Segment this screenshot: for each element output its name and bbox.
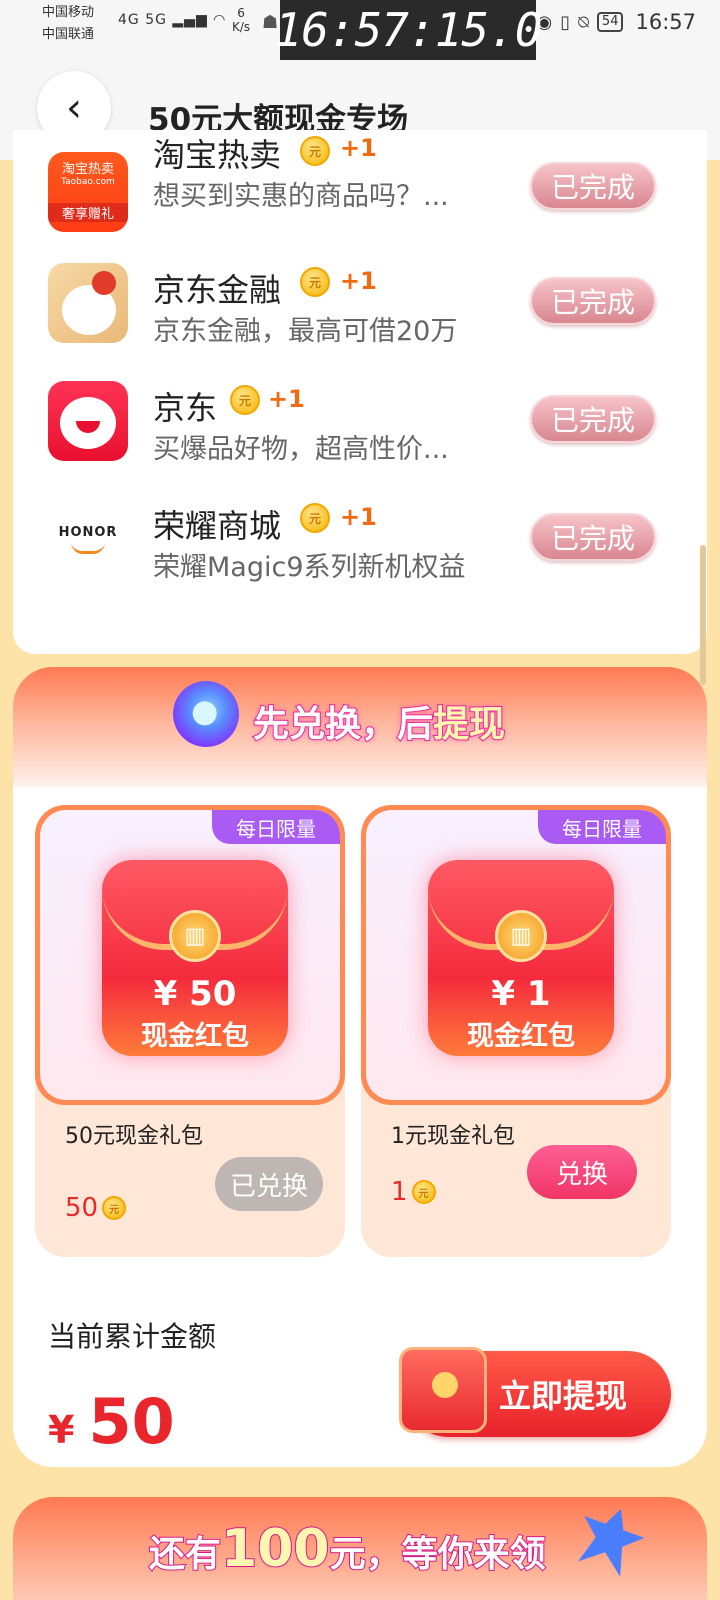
red-packet-image: ▥ ¥ 1 现金红包	[428, 860, 614, 1056]
taobao-icon: 淘宝热卖 Taobao.com 奢享赠礼	[48, 152, 128, 232]
task-name: 荣耀商城	[153, 507, 282, 545]
task-row[interactable]: HONOR 荣耀商城 元 +1 荣耀Magic9系列新机权益 已完成	[13, 499, 707, 599]
carrier-1: 中国移动	[42, 5, 95, 20]
exchanged-button[interactable]: 已兑换	[215, 1157, 323, 1211]
red-packet-icon	[399, 1347, 487, 1433]
total-amount: ¥ 50	[48, 1385, 175, 1458]
prize-card[interactable]: 每日限量 ▥ ¥ 50 现金红包 50元现金礼包 50 元 已兑换	[35, 805, 345, 1257]
carrier-2: 中国联通	[42, 27, 95, 42]
packet-label: 现金红包	[467, 1021, 575, 1052]
red-packet-image: ▥ ¥ 50 现金红包	[102, 860, 288, 1056]
coin-icon: 元	[300, 503, 330, 533]
jd-finance-icon	[48, 263, 128, 343]
coin-icon: 元	[102, 1196, 127, 1220]
coin-icon: 元	[230, 385, 260, 415]
limit-badge: 每日限量	[538, 810, 666, 844]
coin-icon: 元	[411, 1180, 436, 1204]
book-icon: ▥	[169, 910, 221, 962]
task-name: 京东	[153, 389, 218, 427]
exchange-button[interactable]: 兑换	[527, 1145, 637, 1199]
limit-badge: 每日限量	[212, 810, 340, 844]
packet-amount: ¥ 50	[153, 974, 237, 1014]
prize-price: 50 元	[65, 1193, 127, 1223]
exchange-section: 先兑换，后提现 每日限量 ▥ ¥ 50 现金红包 50元现金礼包 50 元 已兑…	[13, 667, 707, 1467]
prize-name: 50元现金礼包	[65, 1124, 203, 1149]
task-row[interactable]: 京东金融 元 +1 京东金融，最高可借20万 已完成	[13, 263, 707, 363]
prize-price: 1 元	[391, 1177, 436, 1207]
mute-icon: ⍉	[578, 11, 589, 33]
book-icon: ▥	[495, 910, 547, 962]
more-rewards-banner: 还有100元，等你来领	[13, 1497, 707, 1600]
chevron-left-icon: ‹	[66, 85, 82, 131]
task-desc: 买爆品好物，超高性价...	[153, 434, 449, 465]
task-list: 淘宝热卖 Taobao.com 奢享赠礼 淘宝热卖 元 +1 想买到实惠的商品吗…	[13, 130, 707, 654]
task-reward: +1	[268, 385, 305, 413]
jd-icon	[48, 381, 128, 461]
network-speed: 6 K/s	[232, 6, 251, 34]
more-rewards-title: 还有100元，等你来领	[148, 1518, 547, 1580]
total-label: 当前累计金额	[48, 1320, 217, 1353]
withdraw-label: 立即提现	[499, 1377, 628, 1415]
task-name: 淘宝热卖	[153, 136, 282, 174]
task-row[interactable]: 淘宝热卖 Taobao.com 奢享赠礼 淘宝热卖 元 +1 想买到实惠的商品吗…	[13, 134, 707, 252]
signal-icon: 4G 5G ▂▄▆ ◠	[118, 12, 227, 28]
scrollbar[interactable]	[700, 545, 706, 685]
withdraw-button[interactable]: 立即提现	[399, 1347, 671, 1437]
task-done-button[interactable]: 已完成	[530, 395, 656, 443]
task-desc: 荣耀Magic9系列新机权益	[153, 552, 466, 583]
task-reward: +1	[340, 134, 377, 162]
clock: 16:57	[635, 10, 696, 34]
task-reward: +1	[340, 503, 377, 531]
task-reward: +1	[340, 267, 377, 295]
packet-amount: ¥ 1	[491, 974, 551, 1014]
task-desc: 京东金融，最高可借20万	[153, 316, 458, 347]
honor-icon: HONOR	[48, 499, 128, 579]
packet-label: 现金红包	[141, 1021, 249, 1052]
task-done-button[interactable]: 已完成	[530, 162, 656, 210]
task-name: 京东金融	[153, 271, 282, 309]
vibrate-icon: ▯	[560, 11, 571, 33]
task-done-button[interactable]: 已完成	[530, 277, 656, 325]
coin-icon: 元	[300, 136, 330, 166]
prize-card[interactable]: 每日限量 ▥ ¥ 1 现金红包 1元现金礼包 1 元 兑换	[361, 805, 671, 1257]
timestamp-overlay: 16:57:15.0	[275, 0, 542, 60]
exchange-title: 先兑换，后提现	[252, 703, 506, 746]
task-desc: 想买到实惠的商品吗？...	[153, 181, 449, 212]
star-icon	[569, 1498, 651, 1580]
task-done-button[interactable]: 已完成	[530, 513, 656, 561]
status-right: ◉ ▯ ⍉ 54 16:57	[536, 10, 696, 34]
coin-icon: 元	[300, 267, 330, 297]
battery-icon: 54	[596, 12, 624, 32]
task-row[interactable]: 京东 元 +1 买爆品好物，超高性价... 已完成	[13, 381, 707, 481]
